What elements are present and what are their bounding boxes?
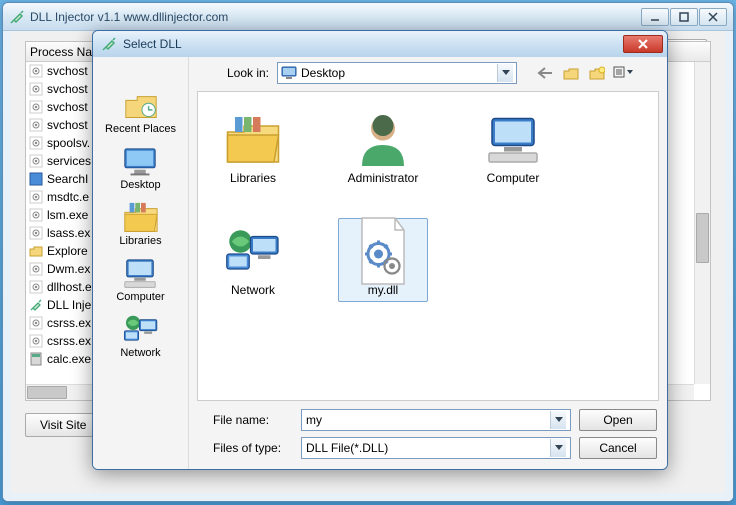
- syringe-icon: [101, 36, 117, 52]
- process-name: dllhost.e: [47, 280, 92, 294]
- look-in-label: Look in:: [197, 66, 269, 80]
- process-name: svchost: [47, 118, 88, 132]
- file-label: Network: [231, 283, 275, 297]
- file-grid[interactable]: Libraries Administrator Computer Network my.…: [197, 91, 659, 401]
- file-type-combo[interactable]: DLL File(*.DLL): [301, 437, 571, 459]
- dialog-title: Select DLL: [123, 37, 623, 51]
- process-icon: [29, 316, 43, 330]
- place-label: Desktop: [120, 179, 160, 191]
- back-button[interactable]: [535, 63, 555, 83]
- process-icon: [29, 334, 43, 348]
- file-label: Computer: [487, 171, 540, 185]
- process-icon: [29, 64, 43, 78]
- process-name: spoolsv.: [47, 136, 90, 150]
- process-icon: [29, 154, 43, 168]
- chevron-down-icon[interactable]: [550, 411, 566, 429]
- process-icon: [29, 280, 43, 294]
- dialog-close-button[interactable]: [623, 35, 663, 53]
- recent-icon: [122, 89, 160, 121]
- file-item-network[interactable]: Network: [208, 218, 298, 302]
- dialog-titlebar[interactable]: Select DLL: [93, 31, 667, 57]
- place-label: Network: [120, 347, 160, 359]
- chevron-down-icon[interactable]: [497, 64, 513, 82]
- place-label: Libraries: [119, 235, 161, 247]
- libraries-icon: [221, 111, 285, 167]
- cancel-button[interactable]: Cancel: [579, 437, 657, 459]
- process-name: SearchI: [47, 172, 88, 186]
- file-name-field[interactable]: [306, 413, 550, 427]
- file-label: my.dll: [368, 283, 398, 297]
- look-in-value: Desktop: [301, 66, 345, 80]
- process-icon: [29, 208, 43, 222]
- file-item-my-dll[interactable]: my.dll: [338, 218, 428, 302]
- process-name: lsm.exe: [47, 208, 88, 222]
- place-item-recent-places[interactable]: Recent Places: [105, 89, 176, 135]
- file-label: Administrator: [348, 171, 419, 185]
- file-name-label: File name:: [199, 413, 293, 427]
- process-icon: [29, 244, 43, 258]
- process-name: lsass.ex: [47, 226, 90, 240]
- file-item-libraries[interactable]: Libraries: [208, 106, 298, 190]
- process-icon: [29, 172, 43, 186]
- process-icon: [29, 226, 43, 240]
- process-name: msdtc.e: [47, 190, 89, 204]
- process-icon: [29, 352, 43, 366]
- process-icon: [29, 262, 43, 276]
- close-button[interactable]: [699, 8, 727, 26]
- place-item-libraries[interactable]: Libraries: [119, 201, 161, 247]
- process-name: calc.exe: [47, 352, 91, 366]
- file-dialog: Select DLL Recent Places Desktop Libraries…: [92, 30, 668, 470]
- window-title: DLL Injector v1.1 www.dllinjector.com: [30, 10, 640, 24]
- minimize-button[interactable]: [641, 8, 669, 26]
- process-icon: [29, 100, 43, 114]
- dll-icon: [351, 223, 415, 279]
- file-type-label: Files of type:: [199, 441, 293, 455]
- look-in-combo[interactable]: Desktop: [277, 62, 517, 84]
- view-menu-button[interactable]: [613, 63, 633, 83]
- process-name: Explore: [47, 244, 88, 258]
- libraries-icon: [122, 201, 160, 233]
- open-button[interactable]: Open: [579, 409, 657, 431]
- file-label: Libraries: [230, 171, 276, 185]
- file-name-input[interactable]: [301, 409, 571, 431]
- process-name: svchost: [47, 82, 88, 96]
- user-icon: [351, 111, 415, 167]
- visit-site-button[interactable]: Visit Site: [25, 413, 101, 437]
- file-type-value: DLL File(*.DLL): [306, 441, 388, 455]
- chevron-down-icon[interactable]: [550, 439, 566, 457]
- maximize-button[interactable]: [670, 8, 698, 26]
- main-titlebar[interactable]: DLL Injector v1.1 www.dllinjector.com: [3, 3, 733, 31]
- place-item-computer[interactable]: Computer: [116, 257, 164, 303]
- desktop-icon: [121, 145, 159, 177]
- computer-icon: [121, 257, 159, 289]
- computer-icon: [481, 111, 545, 167]
- syringe-icon: [9, 9, 25, 25]
- process-icon: [29, 118, 43, 132]
- process-name: svchost: [47, 64, 88, 78]
- process-name: DLL Inje: [47, 298, 91, 312]
- network-icon: [221, 223, 285, 279]
- network-icon: [122, 313, 160, 345]
- process-name: services: [47, 154, 91, 168]
- process-name: csrss.ex: [47, 316, 91, 330]
- vertical-scrollbar[interactable]: [694, 62, 710, 384]
- place-label: Computer: [116, 291, 164, 303]
- desktop-icon: [281, 65, 297, 81]
- up-button[interactable]: [561, 63, 581, 83]
- place-item-network[interactable]: Network: [120, 313, 160, 359]
- process-icon: [29, 82, 43, 96]
- new-folder-button[interactable]: [587, 63, 607, 83]
- process-name: Dwm.ex: [47, 262, 90, 276]
- process-name: csrss.ex: [47, 334, 91, 348]
- place-item-desktop[interactable]: Desktop: [120, 145, 160, 191]
- file-item-computer[interactable]: Computer: [468, 106, 558, 190]
- process-name: svchost: [47, 100, 88, 114]
- process-icon: [29, 136, 43, 150]
- places-sidebar: Recent Places Desktop Libraries Computer Net…: [93, 57, 189, 469]
- file-item-administrator[interactable]: Administrator: [338, 106, 428, 190]
- process-icon: [29, 190, 43, 204]
- place-label: Recent Places: [105, 123, 176, 135]
- process-icon: [29, 298, 43, 312]
